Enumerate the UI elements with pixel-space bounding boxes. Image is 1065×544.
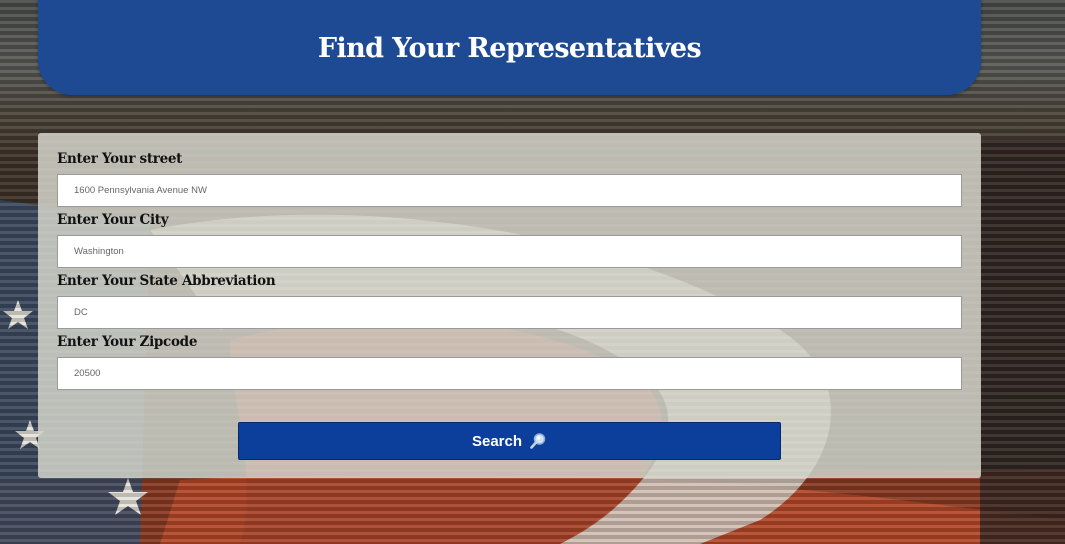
search-button[interactable]: Search [238,422,781,460]
street-label: Enter Your street [57,151,183,167]
search-button-label: Search [471,432,523,450]
address-form: Enter Your street Enter Your City Enter … [38,133,981,478]
street-input[interactable] [57,174,962,207]
zip-input[interactable] [57,357,962,390]
city-input[interactable] [57,235,962,268]
zip-label: Enter Your Zipcode [57,334,198,350]
city-label: Enter Your City [57,212,169,228]
state-input[interactable] [57,296,962,329]
page-header: Find Your Representatives [38,0,981,95]
page-title: Find Your Representatives [317,33,702,64]
state-label: Enter Your State Abbreviation [57,273,276,289]
magnifying-glass-icon [529,432,547,450]
